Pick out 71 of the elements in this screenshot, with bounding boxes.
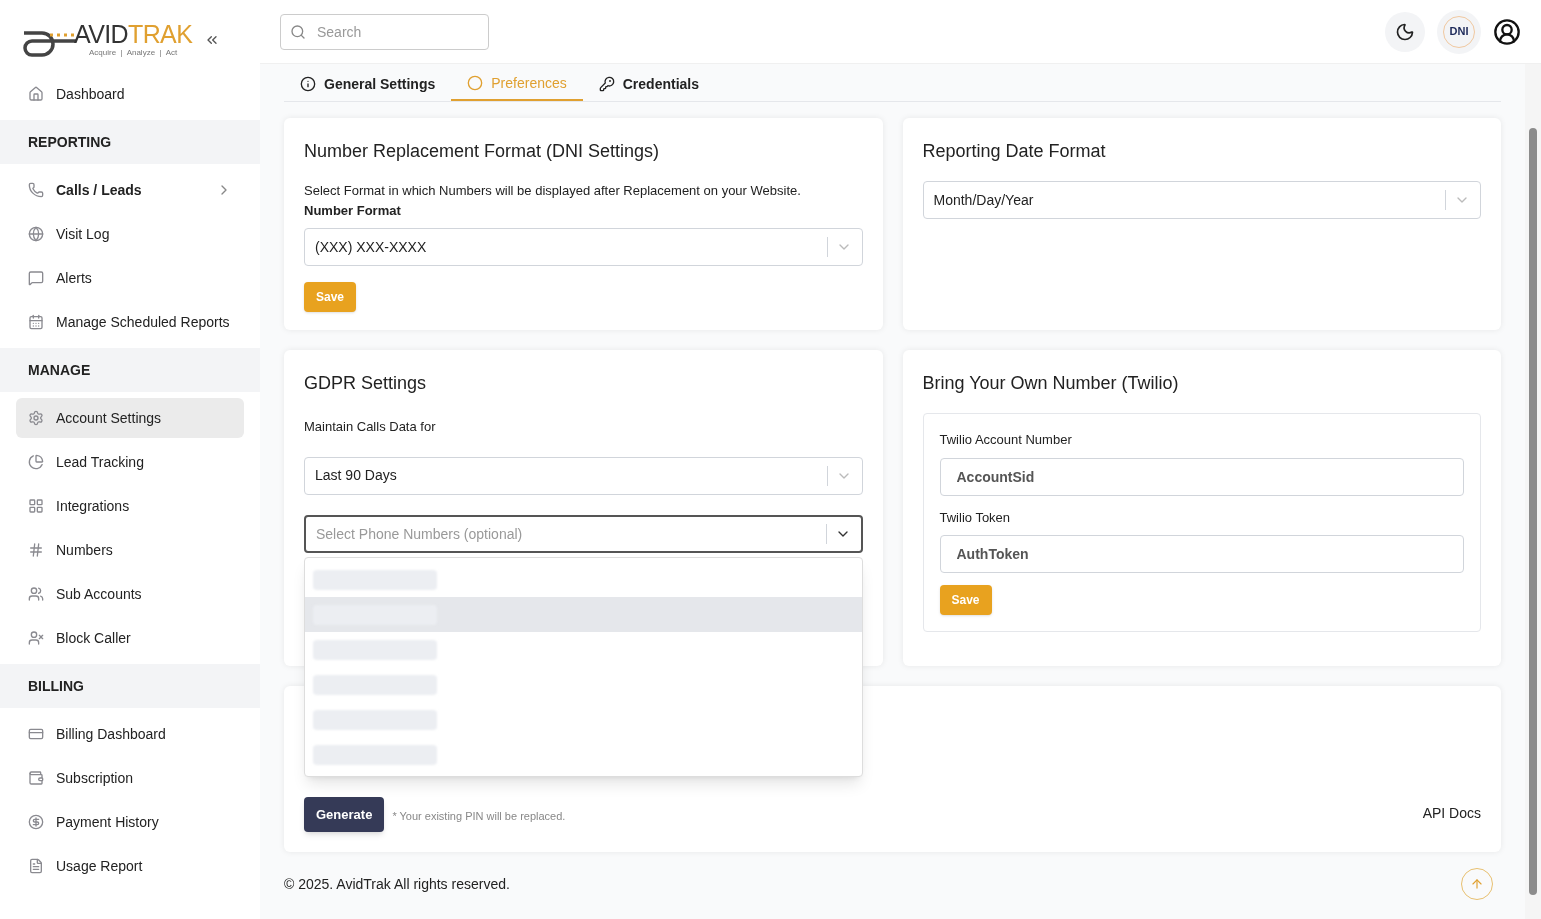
home-icon xyxy=(28,86,44,102)
nav-item[interactable]: Numbers xyxy=(16,530,244,570)
phone-icon xyxy=(28,182,44,198)
users-icon xyxy=(28,586,44,602)
select-field[interactable]: (XXX) XXX-XXXX xyxy=(304,228,863,266)
wallet-icon xyxy=(28,770,44,786)
chat-bubble-icon xyxy=(28,270,44,286)
section-heading: BILLING xyxy=(0,664,260,708)
user-block-icon xyxy=(28,630,44,646)
card-title: Bring Your Own Number (Twilio) xyxy=(922,372,1180,395)
pie-chart-icon xyxy=(28,454,44,470)
key-icon xyxy=(598,76,615,92)
field-label: Number Format xyxy=(304,201,402,220)
nav-item[interactable]: Usage Report xyxy=(16,846,244,886)
calendar-icon xyxy=(28,314,44,330)
nav-item[interactable]: Billing Dashboard xyxy=(16,714,244,754)
logo-text-accent: TRAK xyxy=(128,19,193,48)
logo-tagline: Acquire | Analyze | Act xyxy=(89,46,178,59)
card-title: Reporting Date Format xyxy=(922,140,1107,163)
nav-item[interactable]: Dashboard xyxy=(16,74,244,114)
field-label: Maintain Calls Data for xyxy=(304,418,437,436)
theme-toggle-button[interactable] xyxy=(1385,11,1425,52)
nav-item[interactable]: Visit Log xyxy=(16,214,244,254)
select-value: Last 90 Days xyxy=(315,466,398,485)
circle-icon xyxy=(467,75,484,91)
nav-item[interactable]: Payment History xyxy=(16,802,244,842)
logo-text: AVID xyxy=(74,19,128,48)
text-field[interactable]: AccountSid xyxy=(939,457,1464,496)
nav-item[interactable]: Integrations xyxy=(16,486,244,526)
text-field[interactable]: AuthToken xyxy=(939,535,1464,573)
credit-card-icon xyxy=(28,726,44,742)
section-heading: REPORTING xyxy=(0,120,260,164)
moon-icon xyxy=(1395,21,1415,42)
search-field[interactable]: Search xyxy=(280,13,489,50)
nav-item[interactable]: Manage Scheduled Reports xyxy=(16,302,244,342)
globe-icon xyxy=(28,226,44,242)
tab[interactable]: General Settings xyxy=(284,67,452,101)
arrow-up-icon xyxy=(1470,877,1484,891)
card-description: Select Format in which Numbers will be displayed after Replacement on your Website. xyxy=(304,182,802,200)
phone-numbers-select[interactable]: Select Phone Numbers (optional) xyxy=(304,514,863,553)
select-value: (XXX) XXX-XXXX xyxy=(315,237,428,257)
select-value: Month/Day/Year xyxy=(933,190,1035,210)
section-heading: MANAGE xyxy=(0,348,260,392)
generate-button[interactable]: Generate xyxy=(304,796,385,832)
dni-button[interactable]: DNI xyxy=(1437,9,1481,54)
nav-item[interactable]: Block Caller xyxy=(16,618,244,658)
document-icon xyxy=(28,858,44,874)
nav-item[interactable]: Subscription xyxy=(16,758,244,798)
pin-note: * Your existing PIN will be replaced. xyxy=(392,808,566,824)
user-avatar-icon[interactable] xyxy=(1493,17,1521,46)
card-title: GDPR Settings xyxy=(304,372,428,395)
dropdown-option[interactable] xyxy=(305,597,862,632)
nav-item[interactable]: Sub Accounts xyxy=(16,574,244,614)
api-docs-link[interactable]: API Docs xyxy=(1422,803,1481,824)
hash-icon xyxy=(28,542,44,558)
dollar-icon xyxy=(28,814,44,830)
field-label: Twilio Account Number xyxy=(939,431,1073,449)
grid-icon xyxy=(28,498,44,514)
nav-item[interactable]: Alerts xyxy=(16,258,244,298)
select-field[interactable]: Last 90 Days xyxy=(304,456,863,495)
tab[interactable]: Credentials xyxy=(582,67,715,101)
nav-item[interactable]: Account Settings xyxy=(16,398,244,438)
info-icon xyxy=(300,76,316,92)
select-field[interactable]: Month/Day/Year xyxy=(922,181,1481,219)
field-label: Twilio Token xyxy=(939,508,1012,527)
search-icon xyxy=(290,23,306,40)
card-title: Number Replacement Format (DNI Settings) xyxy=(304,140,661,163)
settings-icon xyxy=(28,410,44,426)
footer-text: © 2025. AvidTrak All rights reserved. xyxy=(284,874,511,894)
nav-item[interactable]: Lead Tracking xyxy=(16,442,244,482)
nav-item[interactable]: Calls / Leads xyxy=(16,170,244,210)
